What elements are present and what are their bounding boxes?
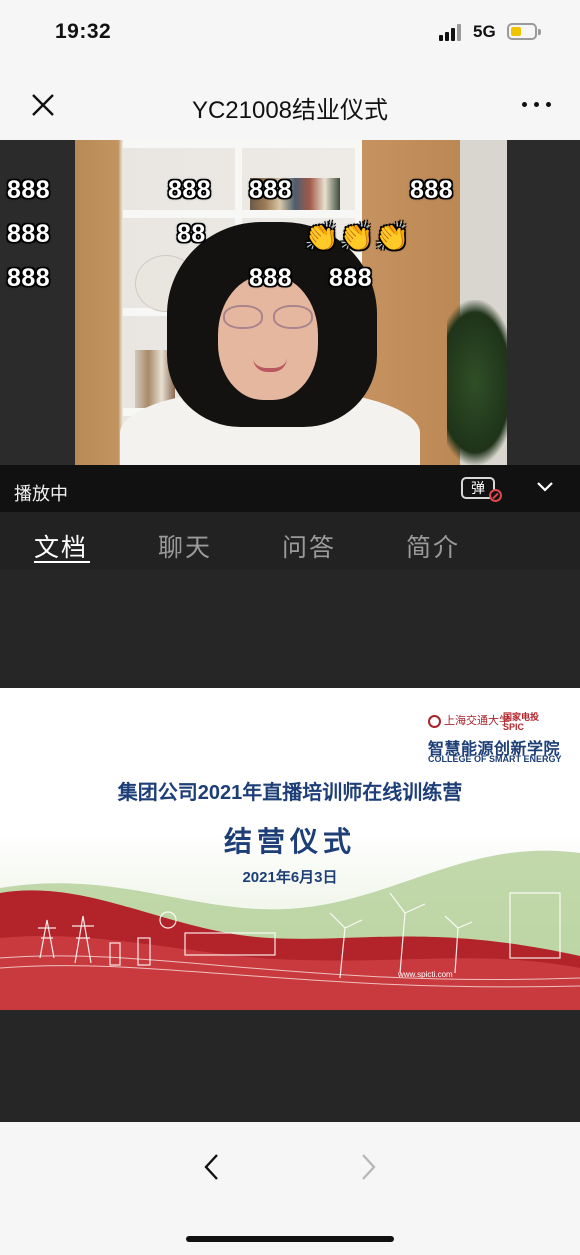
tab-bar: 文档 聊天 问答 简介 [0, 512, 580, 570]
slide-url: www.spicti.com [398, 970, 453, 979]
document-viewer[interactable]: 上海交通大学 国家电投 SPIC 智慧能源创新学院 COLLEGE OF SMA… [0, 570, 580, 1122]
disabled-badge-icon [489, 489, 502, 502]
presentation-slide: 上海交通大学 国家电投 SPIC 智慧能源创新学院 COLLEGE OF SMA… [0, 688, 580, 1010]
spic-logo: 国家电投 SPIC [503, 712, 540, 732]
slide-title: 集团公司2021年直播培训师在线训练营 [117, 782, 463, 804]
nav-bar: YC21008结业仪式 [0, 66, 580, 140]
tab-documents[interactable]: 文档 [34, 528, 88, 564]
battery-icon [507, 23, 537, 40]
playback-bar: 播放中 弹 [0, 465, 580, 512]
playback-status: 播放中 [14, 484, 68, 504]
chevron-left-icon [204, 1154, 218, 1180]
status-time: 19:32 [55, 20, 112, 43]
slide-date: 2021年6月3日 [242, 869, 338, 886]
back-button[interactable] [200, 1152, 224, 1182]
danmaku-comment: 888 [249, 264, 293, 292]
forward-button[interactable] [356, 1152, 380, 1182]
danmaku-comment: 888 [249, 176, 293, 204]
danmaku-comment: 88 [177, 220, 206, 248]
danmaku-comment: 888 [329, 264, 373, 292]
more-options-button[interactable] [520, 94, 554, 114]
danmaku-comment: 888 [7, 264, 51, 292]
tab-qa[interactable]: 问答 [282, 528, 336, 564]
slide-subtitle: 结营仪式 [223, 826, 356, 857]
chevron-down-icon [537, 482, 553, 492]
status-bar: 19:32 5G [0, 0, 580, 66]
tab-chat[interactable]: 聊天 [158, 528, 212, 564]
chevron-right-icon [362, 1154, 376, 1180]
live-video-player[interactable]: 888 888 888 888 888 88 👏👏👏 888 888 888 [0, 140, 580, 465]
tab-intro[interactable]: 简介 [406, 528, 460, 564]
danmaku-comment: 888 [7, 176, 51, 204]
collapse-button[interactable] [534, 479, 556, 495]
college-name-en: COLLEGE OF SMART ENERGY [428, 754, 562, 764]
battery-tip [538, 29, 541, 35]
page-title: YC21008结业仪式 [191, 97, 389, 124]
danmaku-comment: 👏👏👏 [304, 221, 411, 252]
cellular-signal-icon [439, 24, 465, 41]
network-type: 5G [473, 22, 496, 41]
active-tab-indicator [34, 561, 90, 563]
sjtu-logo: 上海交通大学 [428, 712, 510, 728]
danmaku-comment: 888 [168, 176, 212, 204]
danmaku-comment: 888 [7, 220, 51, 248]
danmaku-comment: 888 [410, 176, 454, 204]
partner-logos: 上海交通大学 国家电投 SPIC 智慧能源创新学院 COLLEGE OF SMA… [428, 712, 562, 764]
danmaku-toggle-button[interactable]: 弹 [461, 477, 503, 505]
browser-toolbar [0, 1122, 580, 1255]
battery-level [511, 27, 521, 36]
home-indicator[interactable] [186, 1236, 394, 1242]
